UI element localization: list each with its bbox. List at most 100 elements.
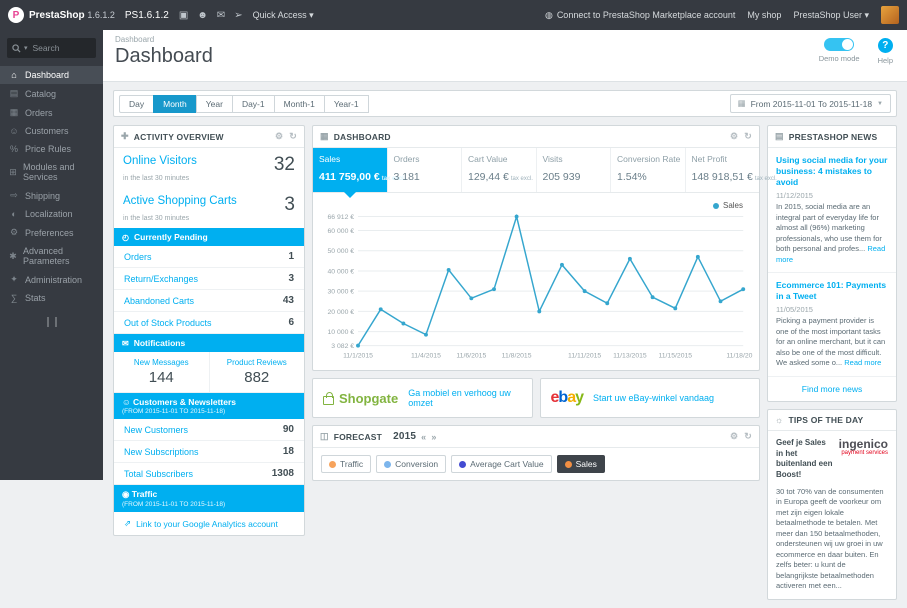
search-input[interactable] (30, 42, 87, 54)
sidebar-item-price-rules[interactable]: % Price Rules (0, 140, 103, 158)
kpi-orders[interactable]: Orders 3 181 (388, 148, 462, 192)
pending-orders-row[interactable]: Orders 1 (114, 246, 304, 268)
news-article-excerpt: In 2015, social media are an integral pa… (776, 202, 886, 264)
sidebar-item-label: Orders (25, 107, 53, 118)
new-customers-row[interactable]: New Customers 90 (114, 419, 304, 441)
catalog-icon: ▤ (9, 88, 19, 98)
page-header: Dashboard Dashboard Demo mode ? Help (103, 30, 907, 82)
sidebar-item-administration[interactable]: ✦ Administration (0, 270, 103, 289)
filter-month-button[interactable]: Month (153, 94, 197, 113)
svg-text:11/6/2015: 11/6/2015 (456, 352, 486, 359)
kpi-sales[interactable]: Sales 411 759,00 € tax excl. (313, 148, 405, 198)
gear-icon[interactable]: ⚙ (275, 131, 283, 142)
sidebar-item-advanced-parameters[interactable]: ✱ Advanced Parameters (0, 242, 103, 270)
legend-dot (712, 202, 719, 209)
filter-month-1-button[interactable]: Month-1 (273, 94, 325, 113)
marketplace-link[interactable]: ◍ Connect to PrestaShop Marketplace acco… (545, 10, 735, 21)
kpi-visits[interactable]: Visits 205 939 (537, 148, 611, 192)
ebay-link[interactable]: Start uw eBay-winkel vandaag (593, 393, 714, 403)
new-subscriptions-row[interactable]: New Subscriptions 18 (114, 441, 304, 463)
top-bar: P PrestaShop 1.6.1.2 PS1.6.1.2 ▣ ☻ ✉ ➢ Q… (0, 0, 907, 30)
user-menu[interactable]: PrestaShop User ▾ (793, 10, 869, 21)
chevron-down-icon: ▼ (877, 100, 883, 107)
sidebar-item-localization[interactable]: ◐ Localization (0, 205, 103, 223)
help-icon[interactable]: ? (877, 38, 893, 53)
sidebar-item-dashboard[interactable]: ⌂ Dashboard (0, 66, 103, 84)
sidebar-item-orders[interactable]: ▦ Orders (0, 103, 103, 122)
filter-year-1-button[interactable]: Year-1 (323, 94, 369, 113)
forecast-icon: ◫ (320, 431, 329, 441)
online-visitors-label: Online Visitors (123, 155, 197, 167)
gear-icon[interactable]: ⚙ (730, 131, 738, 142)
filter-day-button[interactable]: Day (119, 94, 155, 113)
product-reviews-cell[interactable]: Product Reviews 882 (208, 352, 305, 392)
orders-icon[interactable]: ▣ (179, 10, 188, 21)
messages-icon[interactable]: ✉ (217, 10, 225, 21)
refresh-icon[interactable]: ↻ (744, 131, 752, 142)
out-of-stock-row[interactable]: Out of Stock Products 6 (114, 312, 304, 334)
filter-year-button[interactable]: Year (195, 94, 233, 113)
total-subscribers-row[interactable]: Total Subscribers 1308 (114, 463, 304, 485)
kpi-conversion-rate[interactable]: Conversion Rate 1.54% (611, 148, 686, 192)
sidebar-item-modules[interactable]: ⊞ Modules and Services (0, 158, 103, 186)
tips-of-the-day-panel: ☼ TIPS OF THE DAY Geef je Sales in het b… (767, 408, 897, 600)
active-carts-value: 3 (284, 194, 295, 215)
my-shop-link[interactable]: My shop (747, 10, 781, 20)
kpi-net-profit[interactable]: Net Profit 148 918,51 € tax excl. (686, 148, 777, 192)
sidebar-item-shipping[interactable]: ⇨ Shipping (0, 186, 103, 205)
forecast-legend-sales[interactable]: Sales (556, 455, 605, 473)
sidebar-item-preferences[interactable]: ⚙ Preferences (0, 223, 103, 242)
google-analytics-link[interactable]: ⇗ Link to your Google Analytics account (114, 512, 304, 535)
filter-day-1-button[interactable]: Day-1 (231, 94, 275, 113)
sidebar-item-customers[interactable]: ☺ Customers (0, 122, 103, 140)
forecast-legend-conversion[interactable]: Conversion (376, 455, 447, 473)
active-carts-stat[interactable]: Active Shopping Carts 3 in the last 30 m… (114, 188, 304, 228)
find-more-news-link[interactable]: Find more news (768, 377, 896, 401)
svg-text:11/15/2015: 11/15/2015 (658, 352, 692, 359)
sidebar-item-stats[interactable]: ∑ Stats (0, 289, 103, 307)
sidebar-item-label: Advanced Parameters (22, 246, 70, 266)
breadcrumb[interactable]: Dashboard (115, 35, 895, 44)
news-article-title[interactable]: Using social media for your business: 4 … (776, 155, 888, 188)
prestashop-logo[interactable]: P PrestaShop 1.6.1.2 (8, 7, 115, 23)
active-carts-label: Active Shopping Carts (123, 195, 237, 207)
forecast-next-button[interactable]: » (431, 432, 436, 442)
refresh-icon[interactable]: ↻ (744, 431, 752, 442)
shop-name[interactable]: PS1.6.1.2 (125, 10, 169, 21)
sidebar-search[interactable]: ▾ (7, 38, 96, 58)
pending-returns-row[interactable]: Return/Exchanges 3 (114, 268, 304, 290)
new-messages-cell[interactable]: New Messages 144 (114, 352, 209, 392)
quick-access-menu[interactable]: Quick Access ▾ (253, 10, 314, 21)
activity-panel-title: ACTIVITY OVERVIEW (133, 131, 224, 142)
user-avatar[interactable] (881, 6, 899, 24)
kpi-cart-value[interactable]: Cart Value 129,44 € tax excl. (462, 148, 537, 192)
forecast-year[interactable]: 2015 (393, 431, 416, 442)
date-filter-bar: Day Month Year Day-1 Month-1 Year-1 ▦ Fr… (113, 90, 897, 117)
forecast-prev-button[interactable]: « (421, 432, 426, 442)
news-article-title[interactable]: Ecommerce 101: Payments in a Tweet (776, 280, 888, 302)
demo-mode-toggle[interactable] (824, 38, 855, 51)
localization-icon: ◐ (11, 209, 17, 219)
gear-icon[interactable]: ⚙ (730, 431, 738, 442)
sidebar-item-catalog[interactable]: ▤ Catalog (0, 84, 103, 103)
rocket-icon[interactable]: ➢ (234, 10, 242, 21)
sidebar-collapse-button[interactable] (46, 317, 57, 327)
customers-icon[interactable]: ☻ (197, 10, 208, 21)
read-more-link[interactable]: Read more (844, 358, 881, 367)
shopgate-link[interactable]: Ga mobiel en verhoog uw omzet (408, 388, 521, 408)
date-range-picker[interactable]: ▦ From 2015-11-01 To 2015-11-18 ▼ (729, 94, 891, 113)
forecast-legend-traffic[interactable]: Traffic (321, 455, 372, 473)
forecast-legend-average-cart-value[interactable]: Average Cart Value (451, 455, 552, 473)
tip-icon: ☼ (775, 414, 784, 425)
refresh-icon[interactable]: ↻ (289, 131, 297, 142)
news-article: Using social media for your business: 4 … (768, 148, 896, 274)
activity-icon: ✚ (121, 131, 129, 141)
brand-version: 1.6.1.2 (87, 9, 115, 20)
forecast-panel: ◫ FORECAST 2015 « » ⚙ ↻ Traffic Conversi… (312, 425, 760, 481)
traffic-header: ◉ Traffic (FROM 2015-11-01 TO 2015-11-18… (114, 485, 304, 512)
search-scope-caret[interactable]: ▾ (24, 44, 28, 52)
sidebar-item-label: Catalog (25, 88, 57, 99)
online-visitors-stat[interactable]: Online Visitors 32 in the last 30 minute… (114, 148, 304, 188)
chart-legend[interactable]: Sales (712, 201, 743, 210)
abandoned-carts-row[interactable]: Abandoned Carts 43 (114, 290, 304, 312)
